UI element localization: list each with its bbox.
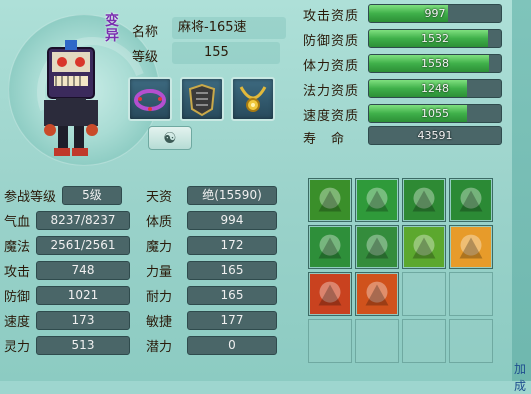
skill-turtle[interactable] — [355, 225, 399, 269]
name-label: 名称 — [132, 25, 159, 40]
stat-label: 速度 — [4, 315, 31, 330]
skill-fire-dragon[interactable] — [355, 272, 399, 316]
skill-heart-icon — [403, 226, 445, 268]
equip-slot-collar[interactable] — [128, 77, 172, 121]
skill-dash-icon — [356, 179, 398, 221]
lifespan-label: 寿 命 — [303, 132, 346, 147]
skill-heart[interactable] — [402, 225, 446, 269]
equip-slot-armor[interactable] — [180, 77, 224, 121]
equip-slot-amulet[interactable] — [231, 77, 275, 121]
aptitude-label: 体力资质 — [303, 59, 360, 74]
skill-fire-dragon-icon — [356, 273, 398, 315]
aptitude-bar: 1248 — [368, 79, 502, 98]
stat-value: 1021 — [36, 286, 130, 305]
stat-value: 2561/2561 — [36, 236, 130, 255]
empty-skill-slot — [449, 319, 493, 363]
skill-shield[interactable] — [308, 178, 352, 222]
pet-avatar[interactable] — [40, 40, 102, 158]
pet-panel: 变异 名称 麻将-165速 等级 155 ☯ 攻击资质 997 防御资质 153… — [0, 0, 531, 393]
stat-value: 165 — [187, 261, 277, 280]
skill-shield-icon — [309, 179, 351, 221]
stat-value: 513 — [36, 336, 130, 355]
stat-value: 绝(15590) — [187, 186, 277, 205]
skill-figure-icon — [309, 226, 351, 268]
lifespan-bar: 43591 — [368, 126, 502, 145]
empty-skill-slot — [402, 272, 446, 316]
stat-value: 994 — [187, 211, 277, 230]
skill-fire-figure[interactable] — [308, 272, 352, 316]
stat-value: 5级 — [62, 186, 122, 205]
aptitude-label: 速度资质 — [303, 109, 360, 124]
stat-label: 魔力 — [146, 240, 173, 255]
skill-muscle-icon — [450, 179, 492, 221]
aptitude-label: 防御资质 — [303, 34, 360, 49]
armor-icon — [188, 83, 216, 117]
skill-figure[interactable] — [308, 225, 352, 269]
stat-value: 0 — [187, 336, 277, 355]
stat-label: 潜力 — [146, 340, 173, 355]
stat-label: 灵力 — [4, 340, 31, 355]
skill-sun[interactable] — [449, 225, 493, 269]
side-strip — [512, 0, 531, 381]
bonus-tab[interactable]: 加成 — [514, 360, 531, 394]
stat-label: 参战等级 — [4, 190, 57, 205]
aptitude-bar: 997 — [368, 4, 502, 23]
yinyang-icon: ☯ — [163, 129, 177, 147]
empty-skill-slot — [355, 319, 399, 363]
skill-muscle[interactable] — [449, 178, 493, 222]
stat-label: 天资 — [146, 190, 173, 205]
stat-value: 748 — [36, 261, 130, 280]
empty-skill-slot — [402, 319, 446, 363]
pet-name-field[interactable]: 麻将-165速 — [172, 17, 286, 39]
stat-value: 165 — [187, 286, 277, 305]
stat-value: 173 — [36, 311, 130, 330]
mutation-badge: 变异 — [105, 13, 119, 44]
skill-grid — [308, 178, 498, 366]
stat-label: 气血 — [4, 215, 31, 230]
skill-fire-figure-icon — [309, 273, 351, 315]
stat-label: 力量 — [146, 265, 173, 280]
aptitude-bar: 1055 — [368, 104, 502, 123]
skill-horse-icon — [403, 179, 445, 221]
stat-label: 耐力 — [146, 290, 173, 305]
level-label: 等级 — [132, 50, 159, 65]
stat-label: 体质 — [146, 215, 173, 230]
stat-value: 172 — [187, 236, 277, 255]
necklace-icon — [239, 86, 267, 112]
pet-level-value: 155 — [172, 42, 280, 64]
stat-label: 攻击 — [4, 265, 31, 280]
empty-skill-slot — [449, 272, 493, 316]
aptitude-bar: 1558 — [368, 54, 502, 73]
skill-dash[interactable] — [355, 178, 399, 222]
aptitude-bar: 1532 — [368, 29, 502, 48]
stat-value: 177 — [187, 311, 277, 330]
stat-label: 魔法 — [4, 240, 31, 255]
yinyang-button[interactable]: ☯ — [148, 126, 192, 150]
aptitude-label: 法力资质 — [303, 84, 360, 99]
skill-sun-icon — [450, 226, 492, 268]
stat-value: 8237/8237 — [36, 211, 130, 230]
stat-label: 敏捷 — [146, 315, 173, 330]
skill-horse[interactable] — [402, 178, 446, 222]
ring-icon — [134, 89, 166, 111]
empty-skill-slot — [308, 319, 352, 363]
skill-turtle-icon — [356, 226, 398, 268]
aptitude-label: 攻击资质 — [303, 9, 360, 24]
stat-label: 防御 — [4, 290, 31, 305]
